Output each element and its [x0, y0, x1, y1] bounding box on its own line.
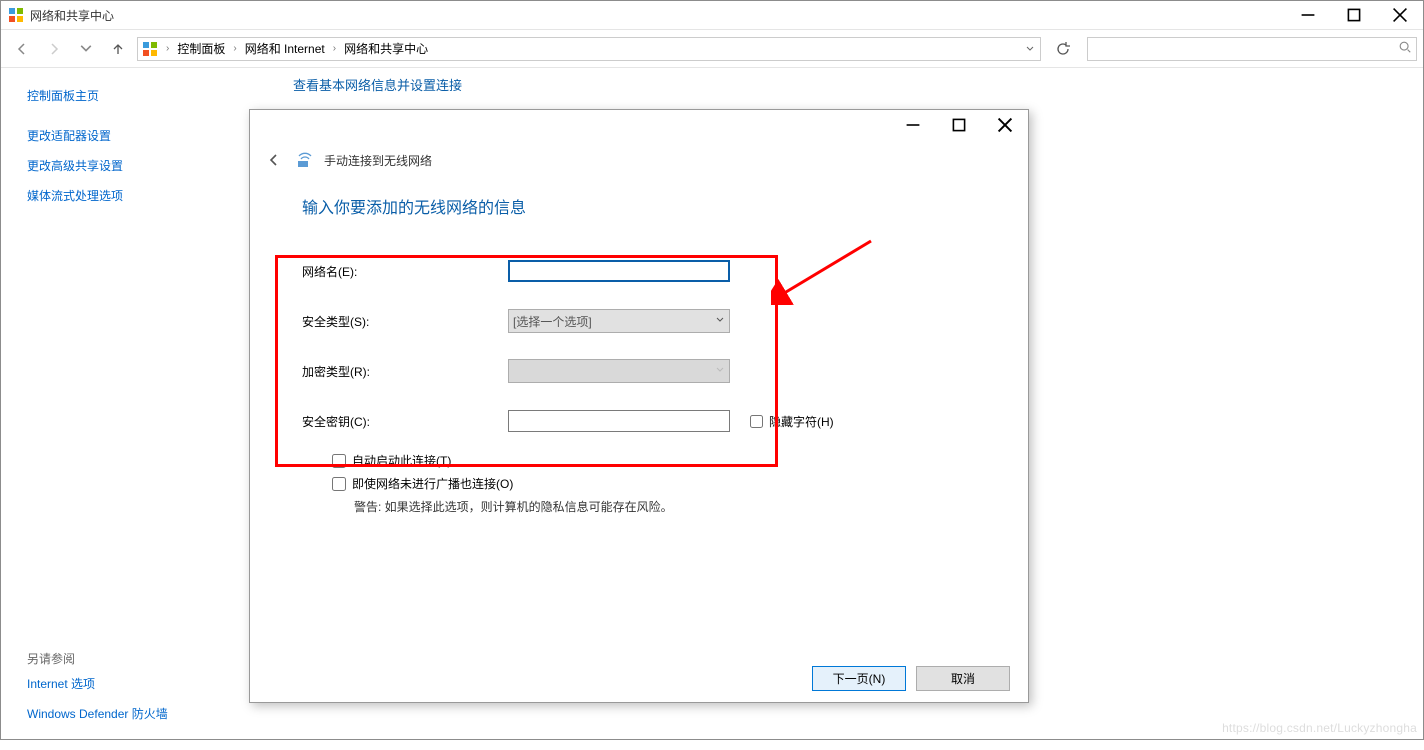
dialog-back-button[interactable] [262, 148, 286, 172]
sidebar-link-media[interactable]: 媒体流式处理选项 [27, 181, 233, 211]
chevron-right-icon: › [231, 43, 238, 54]
nav-forward-button[interactable] [39, 35, 69, 63]
wireless-icon [296, 151, 314, 169]
refresh-button[interactable] [1047, 37, 1079, 61]
security-key-label: 安全密钥(C): [302, 413, 508, 430]
close-button[interactable] [1377, 1, 1423, 30]
next-button[interactable]: 下一页(N) [812, 666, 906, 691]
sidebar: 控制面板主页 更改适配器设置 更改高级共享设置 媒体流式处理选项 另请参阅 In… [1, 69, 253, 739]
main-heading: 查看基本网络信息并设置连接 [293, 75, 462, 94]
security-type-value: [选择一个选项] [513, 313, 592, 330]
dialog-maximize-button[interactable] [936, 110, 982, 140]
see-also-internet-options[interactable]: Internet 选项 [27, 669, 233, 699]
maximize-button[interactable] [1331, 1, 1377, 30]
breadcrumb-dropdown[interactable] [1020, 38, 1040, 60]
toolbar: › 控制面板 › 网络和 Internet › 网络和共享中心 [1, 30, 1423, 68]
chevron-right-icon: › [331, 43, 338, 54]
security-key-input[interactable] [508, 410, 730, 432]
auto-connect-checkbox[interactable] [332, 454, 346, 468]
search-icon [1398, 40, 1412, 57]
dialog-content: 输入你要添加的无线网络的信息 网络名(E): 安全类型(S): [选择一个选项]… [250, 180, 1028, 654]
titlebar: 网络和共享中心 [1, 1, 1423, 30]
dialog-heading: 输入你要添加的无线网络的信息 [302, 194, 992, 218]
connect-even-hidden-checkbox[interactable] [332, 477, 346, 491]
watermark: https://blog.csdn.net/Luckyzhongha [1222, 721, 1417, 735]
network-name-label: 网络名(E): [302, 263, 508, 280]
app-icon [8, 7, 24, 23]
window-title: 网络和共享中心 [30, 7, 114, 24]
chevron-right-icon: › [164, 43, 171, 54]
nav-back-button[interactable] [7, 35, 37, 63]
search-input[interactable] [1088, 38, 1416, 60]
dialog-header: 手动连接到无线网络 [250, 140, 1028, 180]
hide-characters-label: 隐藏字符(H) [769, 413, 834, 430]
chevron-down-icon [715, 314, 725, 328]
hide-characters-checkbox[interactable] [750, 415, 763, 428]
breadcrumb-seg-2[interactable]: 网络和 Internet [243, 40, 327, 57]
warning-text: 警告: 如果选择此选项，则计算机的隐私信息可能存在风险。 [354, 498, 992, 515]
recent-locations-button[interactable] [71, 35, 101, 63]
sidebar-home-link[interactable]: 控制面板主页 [27, 81, 233, 111]
nav-up-button[interactable] [103, 35, 133, 63]
cancel-button[interactable]: 取消 [916, 666, 1010, 691]
breadcrumb-seg-1[interactable]: 控制面板 [175, 40, 227, 57]
dialog-footer: 下一页(N) 取消 [250, 654, 1028, 702]
wizard-dialog: 手动连接到无线网络 输入你要添加的无线网络的信息 网络名(E): 安全类型(S)… [249, 109, 1029, 703]
network-name-input[interactable] [508, 260, 730, 282]
auto-connect-label: 自动启动此连接(T) [352, 452, 451, 469]
connect-even-hidden-label: 即使网络未进行广播也连接(O) [352, 475, 513, 492]
security-type-select[interactable]: [选择一个选项] [508, 309, 730, 333]
dialog-title: 手动连接到无线网络 [324, 152, 432, 169]
dialog-close-button[interactable] [982, 110, 1028, 140]
see-also-defender-firewall[interactable]: Windows Defender 防火墙 [27, 699, 233, 729]
dialog-minimize-button[interactable] [890, 110, 936, 140]
minimize-button[interactable] [1285, 1, 1331, 30]
search-box[interactable] [1087, 37, 1417, 61]
breadcrumb-icon [142, 41, 158, 57]
sidebar-link-sharing[interactable]: 更改高级共享设置 [27, 151, 233, 181]
encryption-type-select [508, 359, 730, 383]
dialog-titlebar [250, 110, 1028, 140]
outer-window: 网络和共享中心 › 控制面板 › 网络和 Internet › 网络和共享中心 [0, 0, 1424, 740]
encryption-type-label: 加密类型(R): [302, 363, 508, 380]
breadcrumb-seg-3[interactable]: 网络和共享中心 [342, 40, 430, 57]
breadcrumb[interactable]: › 控制面板 › 网络和 Internet › 网络和共享中心 [137, 37, 1041, 61]
security-type-label: 安全类型(S): [302, 313, 508, 330]
chevron-down-icon [715, 364, 725, 378]
see-also-header: 另请参阅 [27, 642, 233, 669]
sidebar-link-adapter[interactable]: 更改适配器设置 [27, 121, 233, 151]
